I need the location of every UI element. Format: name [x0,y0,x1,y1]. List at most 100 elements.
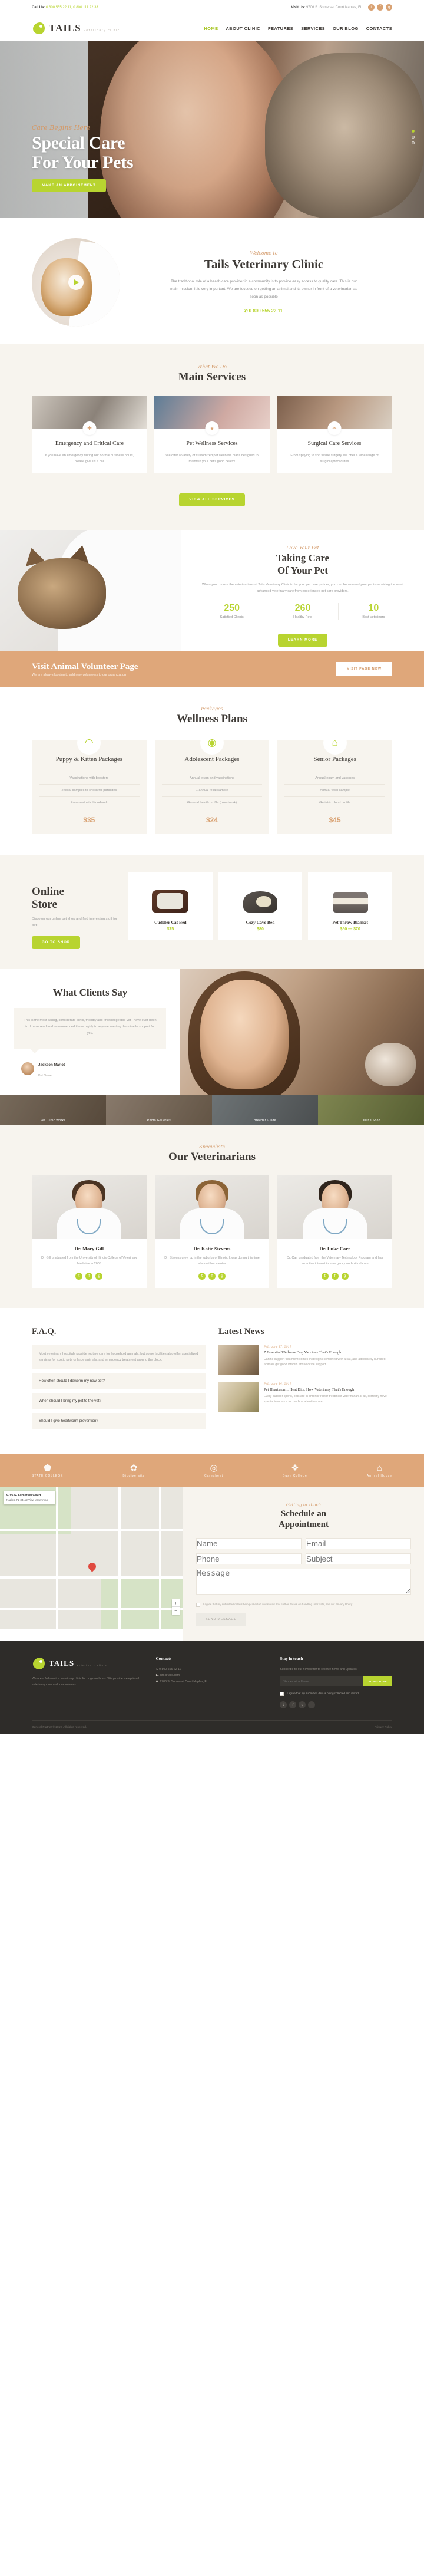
visit-page-button[interactable]: VISIT PAGE NOW [336,662,392,677]
news-item[interactable]: February 14, 2017 Pet Heartworm: Heat Bi… [218,1382,392,1412]
strip-item[interactable]: Breeder Guide [212,1094,318,1125]
nav-item-home[interactable]: HOME [204,26,218,31]
map-pin-icon[interactable] [87,1561,98,1572]
service-text: If you have an emergency during our norm… [45,453,134,464]
google-icon[interactable]: g [341,1272,349,1280]
nav-item-services[interactable]: SERVICES [301,26,325,31]
google-icon[interactable]: g [386,4,392,11]
facebook-icon[interactable]: f [331,1272,339,1280]
store-text: Discover our online pet shop and find in… [32,917,117,927]
news-date: February 17, 2017 [264,1345,292,1349]
hero-appointment-button[interactable]: MAKE AN APPOINTMENT [32,179,106,192]
message-field[interactable] [196,1569,411,1595]
twitter-icon[interactable]: t [198,1272,206,1280]
twitter-icon[interactable]: t [368,4,375,11]
vets-heading: Specialists Our Veterinarians [32,1144,392,1164]
footer-logo[interactable]: TAILS veterinary clinic [32,1656,144,1671]
faq-question[interactable]: How often should I deworm my new pet? [32,1373,206,1389]
news-item[interactable]: February 17, 2017 7 Essential Wellness D… [218,1345,392,1375]
newsletter-email-input[interactable] [280,1676,363,1687]
faq-title: F.A.Q. [32,1326,57,1336]
footer-contact-item[interactable]: T. 0 800 555 22 11 [156,1666,269,1672]
slider-dot-2[interactable] [412,136,415,139]
consent-checkbox[interactable] [196,1603,200,1607]
welcome-phone[interactable]: ✆ 0 800 555 22 11 [135,307,392,314]
footer-contact-item[interactable]: E. info@tails.com [156,1672,269,1678]
news-headline[interactable]: 7 Essential Wellness Dog Vaccines That's… [264,1350,392,1356]
service-card[interactable]: ✚ Emergency and Critical Care If you hav… [32,396,147,474]
appointment-title-line1: Schedule an [280,1509,327,1519]
vet-photo [32,1175,147,1239]
product-card[interactable]: Pet Throw Blanket $50 — $70 [308,872,393,940]
partner-logo[interactable]: ❖ Bush College [283,1464,307,1478]
google-icon[interactable]: g [299,1701,306,1709]
partner-logo[interactable]: ⌂ Animal House [367,1464,392,1478]
site-footer: TAILS veterinary clinic We are a full-se… [0,1641,424,1735]
strip-item[interactable]: Vet Clinic Works [0,1094,106,1125]
map-info-card[interactable]: 9706 S. Somerset Court Naples, FL 34112 … [4,1491,55,1505]
view-all-services-button[interactable]: VIEW ALL SERVICES [179,493,245,507]
map-zoom-controls[interactable]: + − [172,1599,180,1615]
facebook-icon[interactable]: f [208,1272,216,1280]
vet-card[interactable]: Dr. Katie Stevens Dr. Stevens grew up in… [154,1175,270,1288]
newsletter-consent-checkbox[interactable] [280,1692,284,1697]
google-icon[interactable]: g [218,1272,226,1280]
phone-field[interactable] [196,1553,302,1565]
location-map[interactable]: 9706 S. Somerset Court Naples, FL 34112 … [0,1487,183,1629]
twitter-icon[interactable]: t [75,1272,83,1280]
plan-card[interactable]: ◠ Puppy & Kitten Packages Vaccinations w… [32,731,147,834]
nav-item-features[interactable]: FEATURES [268,26,293,31]
product-card[interactable]: Cuddler Cat Bed $75 [128,872,213,940]
instagram-icon[interactable]: i [308,1701,316,1709]
nav-item-our-blog[interactable]: OUR BLOG [333,26,359,31]
avatar [21,1062,34,1075]
plan-card[interactable]: ⌂ Senior Packages Annual exam and vaccin… [277,731,393,834]
facebook-icon[interactable]: f [377,4,383,11]
partner-logo[interactable]: ◎ Caresheet [204,1464,223,1478]
name-field[interactable] [196,1538,302,1550]
faq-question[interactable]: Should I give heartworm prevention? [32,1413,206,1429]
faq-question[interactable]: When should I bring my pet to the vet? [32,1393,206,1409]
welcome-text: Welcome to Tails Veterinary Clinic The t… [135,251,392,314]
zoom-in-button[interactable]: + [172,1599,180,1607]
vet-card[interactable]: Dr. Mary Gill Dr. Gill graduated from th… [32,1175,147,1288]
email-field[interactable] [306,1538,411,1550]
footer-links[interactable]: Privacy Policy [375,1726,392,1729]
product-image [222,879,299,913]
nav-item-about-clinic[interactable]: ABOUT CLINIC [226,26,260,31]
care-learn-more-button[interactable]: LEARN MORE [277,634,328,647]
store-title-line1: Online [32,885,64,898]
twitter-icon[interactable]: t [280,1701,287,1709]
nav-item-contacts[interactable]: CONTACTS [366,26,392,31]
subject-field[interactable] [306,1553,411,1565]
news-headline[interactable]: Pet Heartworm: Heat Bite, How Veterinary… [264,1387,392,1393]
product-card[interactable]: Cozy Cave Bed $80 [218,872,303,940]
slider-dot-1[interactable] [412,130,415,133]
twitter-icon[interactable]: t [321,1272,329,1280]
subscribe-button[interactable]: SUBSCRIBE [363,1676,393,1687]
facebook-icon[interactable]: f [289,1701,297,1709]
go-to-shop-button[interactable]: GO TO SHOP [32,935,80,949]
service-card[interactable]: ✂ Surgical Care Services From spaying to… [277,396,392,474]
site-logo[interactable]: TAILS veterinary clinic [32,21,120,35]
zoom-out-button[interactable]: − [172,1607,180,1615]
plan-title: Puppy & Kitten Packages [55,756,123,763]
map-road [0,1608,183,1610]
partner-logo[interactable]: ⬟ STATE COLLEGE [32,1464,63,1478]
facebook-icon[interactable]: f [85,1272,93,1280]
hero-slider-dots[interactable] [412,130,415,144]
main-navigation: TAILS veterinary clinic HOME ABOUT CLINI… [32,15,392,41]
slider-dot-3[interactable] [412,141,415,144]
vet-card[interactable]: Dr. Luke Carr Dr. Carr graduated from th… [277,1175,393,1288]
service-card[interactable]: ♥ Pet Wellness Services We offer a varie… [154,396,270,474]
welcome-video-thumbnail[interactable] [32,238,120,327]
strip-item[interactable]: Photo Galleries [106,1094,212,1125]
plan-card[interactable]: ◉ Adolescent Packages Annual exam and va… [154,731,270,834]
google-icon[interactable]: g [95,1272,103,1280]
send-message-button[interactable]: SEND MESSAGE [196,1613,246,1626]
partner-logo[interactable]: ✿ Biodiversity [122,1464,145,1478]
bowl-icon: ◠ [77,731,101,755]
strip-item[interactable]: Online Shop [318,1094,424,1125]
topbar-call-value[interactable]: 0 800 555 22 11, 0 800 111 22 33 [46,6,98,9]
play-icon[interactable] [68,275,84,290]
